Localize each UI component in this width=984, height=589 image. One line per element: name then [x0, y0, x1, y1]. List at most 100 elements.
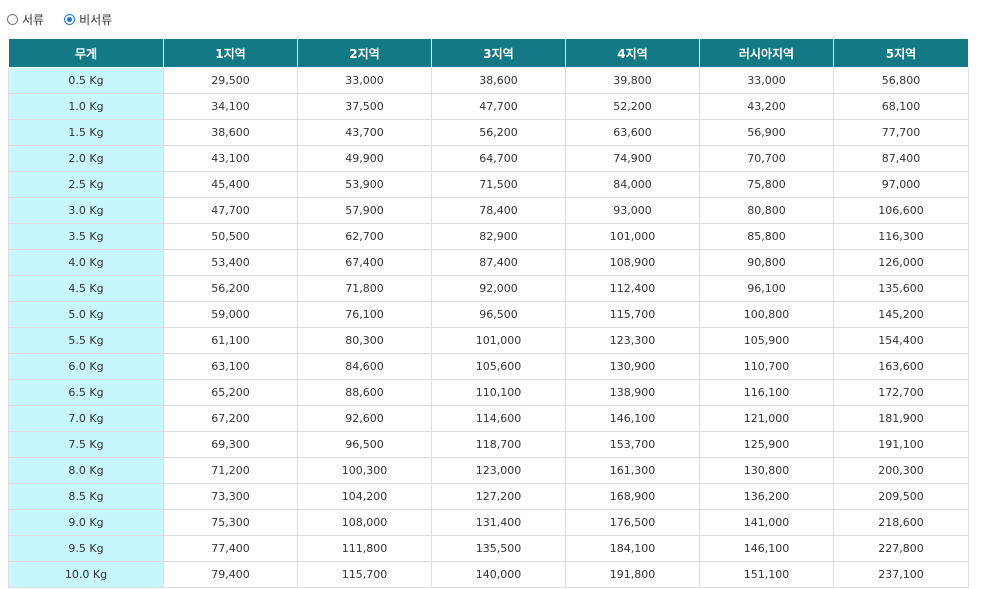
cell-zone-2: 88,600 [297, 379, 432, 406]
cell-zone-1: 47,700 [163, 197, 298, 224]
cell-zone-5: 77,700 [833, 119, 969, 146]
cell-zone-1: 71,200 [163, 457, 298, 484]
cell-zone-5: 116,300 [833, 223, 969, 250]
header-zone-4: 4지역 [565, 38, 700, 68]
cell-zone-1: 50,500 [163, 223, 298, 250]
cell-russia-zone: 125,900 [699, 431, 834, 458]
table-row: 4.5 Kg 56,200 71,800 92,000 112,400 96,100 135… [8, 275, 969, 302]
cell-weight: 5.5 Kg [8, 327, 164, 354]
cell-zone-2: 43,700 [297, 119, 432, 146]
cell-zone-5: 209,500 [833, 483, 969, 510]
radio-option-non-document[interactable]: 비서류 [64, 11, 112, 28]
cell-russia-zone: 116,100 [699, 379, 834, 406]
cell-zone-2: 57,900 [297, 197, 432, 224]
cell-weight: 8.0 Kg [8, 457, 164, 484]
cell-zone-3: 118,700 [431, 431, 566, 458]
cell-zone-1: 59,000 [163, 301, 298, 328]
cell-zone-3: 64,700 [431, 145, 566, 172]
cell-russia-zone: 33,000 [699, 67, 834, 94]
cell-zone-2: 62,700 [297, 223, 432, 250]
radio-document-label[interactable]: 서류 [22, 11, 44, 28]
cell-zone-3: 101,000 [431, 327, 566, 354]
cell-zone-1: 75,300 [163, 509, 298, 536]
cell-weight: 2.5 Kg [8, 171, 164, 198]
cell-zone-1: 34,100 [163, 93, 298, 120]
cell-zone-1: 38,600 [163, 119, 298, 146]
cell-weight: 1.5 Kg [8, 119, 164, 146]
cell-zone-2: 96,500 [297, 431, 432, 458]
table-row: 2.5 Kg 45,400 53,900 71,500 84,000 75,800 97,0… [8, 171, 969, 198]
cell-zone-4: 176,500 [565, 509, 700, 536]
cell-zone-3: 82,900 [431, 223, 566, 250]
cell-zone-5: 200,300 [833, 457, 969, 484]
cell-zone-4: 63,600 [565, 119, 700, 146]
radio-non-document-label[interactable]: 비서류 [79, 11, 112, 28]
table-row: 0.5 Kg 29,500 33,000 38,600 39,800 33,000 56,8… [8, 67, 969, 94]
cell-zone-2: 80,300 [297, 327, 432, 354]
cell-zone-1: 79,400 [163, 561, 298, 588]
cell-zone-2: 67,400 [297, 249, 432, 276]
cell-zone-1: 63,100 [163, 353, 298, 380]
cell-weight: 9.5 Kg [8, 535, 164, 562]
cell-zone-1: 43,100 [163, 145, 298, 172]
cell-zone-1: 77,400 [163, 535, 298, 562]
header-zone-3: 3지역 [431, 38, 566, 68]
cell-zone-4: 101,000 [565, 223, 700, 250]
cell-zone-2: 84,600 [297, 353, 432, 380]
cell-zone-5: 181,900 [833, 405, 969, 432]
cell-zone-1: 61,100 [163, 327, 298, 354]
rate-table-body: 0.5 Kg 29,500 33,000 38,600 39,800 33,000 56,8… [8, 67, 969, 588]
radio-option-document[interactable]: 서류 [7, 11, 44, 28]
cell-zone-3: 38,600 [431, 67, 566, 94]
cell-russia-zone: 56,900 [699, 119, 834, 146]
cell-zone-4: 115,700 [565, 301, 700, 328]
cell-zone-1: 65,200 [163, 379, 298, 406]
table-row: 7.5 Kg 69,300 96,500 118,700 153,700 125,900 1… [8, 431, 969, 458]
cell-russia-zone: 130,800 [699, 457, 834, 484]
cell-zone-2: 33,000 [297, 67, 432, 94]
cell-zone-2: 71,800 [297, 275, 432, 302]
radio-non-document-circle[interactable] [64, 13, 76, 25]
cell-zone-2: 108,000 [297, 509, 432, 536]
cell-zone-5: 163,600 [833, 353, 969, 380]
cell-zone-3: 140,000 [431, 561, 566, 588]
cell-zone-2: 49,900 [297, 145, 432, 172]
cell-zone-5: 237,100 [833, 561, 969, 588]
header-row: 무게 1지역 2지역 3지역 4지역 러시아지역 5지역 [8, 38, 969, 68]
cell-weight: 3.0 Kg [8, 197, 164, 224]
cell-russia-zone: 80,800 [699, 197, 834, 224]
cell-russia-zone: 141,000 [699, 509, 834, 536]
cell-zone-1: 69,300 [163, 431, 298, 458]
table-row: 9.5 Kg 77,400 111,800 135,500 184,100 146,100… [8, 535, 969, 562]
cell-zone-4: 153,700 [565, 431, 700, 458]
table-row: 6.0 Kg 63,100 84,600 105,600 130,900 110,700 1… [8, 353, 969, 380]
cell-zone-2: 92,600 [297, 405, 432, 432]
cell-weight: 3.5 Kg [8, 223, 164, 250]
cell-zone-2: 111,800 [297, 535, 432, 562]
cell-russia-zone: 85,800 [699, 223, 834, 250]
cell-zone-5: 68,100 [833, 93, 969, 120]
cell-zone-4: 93,000 [565, 197, 700, 224]
cell-zone-3: 110,100 [431, 379, 566, 406]
cell-zone-5: 172,700 [833, 379, 969, 406]
table-row: 2.0 Kg 43,100 49,900 64,700 74,900 70,700 87,4… [8, 145, 969, 172]
cell-zone-2: 37,500 [297, 93, 432, 120]
cell-zone-3: 56,200 [431, 119, 566, 146]
cell-zone-4: 123,300 [565, 327, 700, 354]
radio-document-circle[interactable] [7, 13, 18, 25]
cell-weight: 6.0 Kg [8, 353, 164, 380]
table-row: 7.0 Kg 67,200 92,600 114,600 146,100 121,000 1… [8, 405, 969, 432]
cell-zone-3: 71,500 [431, 171, 566, 198]
cell-zone-1: 29,500 [163, 67, 298, 94]
header-zone-5: 5지역 [833, 38, 969, 68]
cell-zone-3: 96,500 [431, 301, 566, 328]
cell-zone-5: 154,400 [833, 327, 969, 354]
cell-zone-5: 191,100 [833, 431, 969, 458]
cell-russia-zone: 151,100 [699, 561, 834, 588]
cell-russia-zone: 105,900 [699, 327, 834, 354]
cell-russia-zone: 90,800 [699, 249, 834, 276]
cell-zone-3: 92,000 [431, 275, 566, 302]
cell-zone-5: 56,800 [833, 67, 969, 94]
cell-zone-4: 74,900 [565, 145, 700, 172]
cell-zone-5: 135,600 [833, 275, 969, 302]
